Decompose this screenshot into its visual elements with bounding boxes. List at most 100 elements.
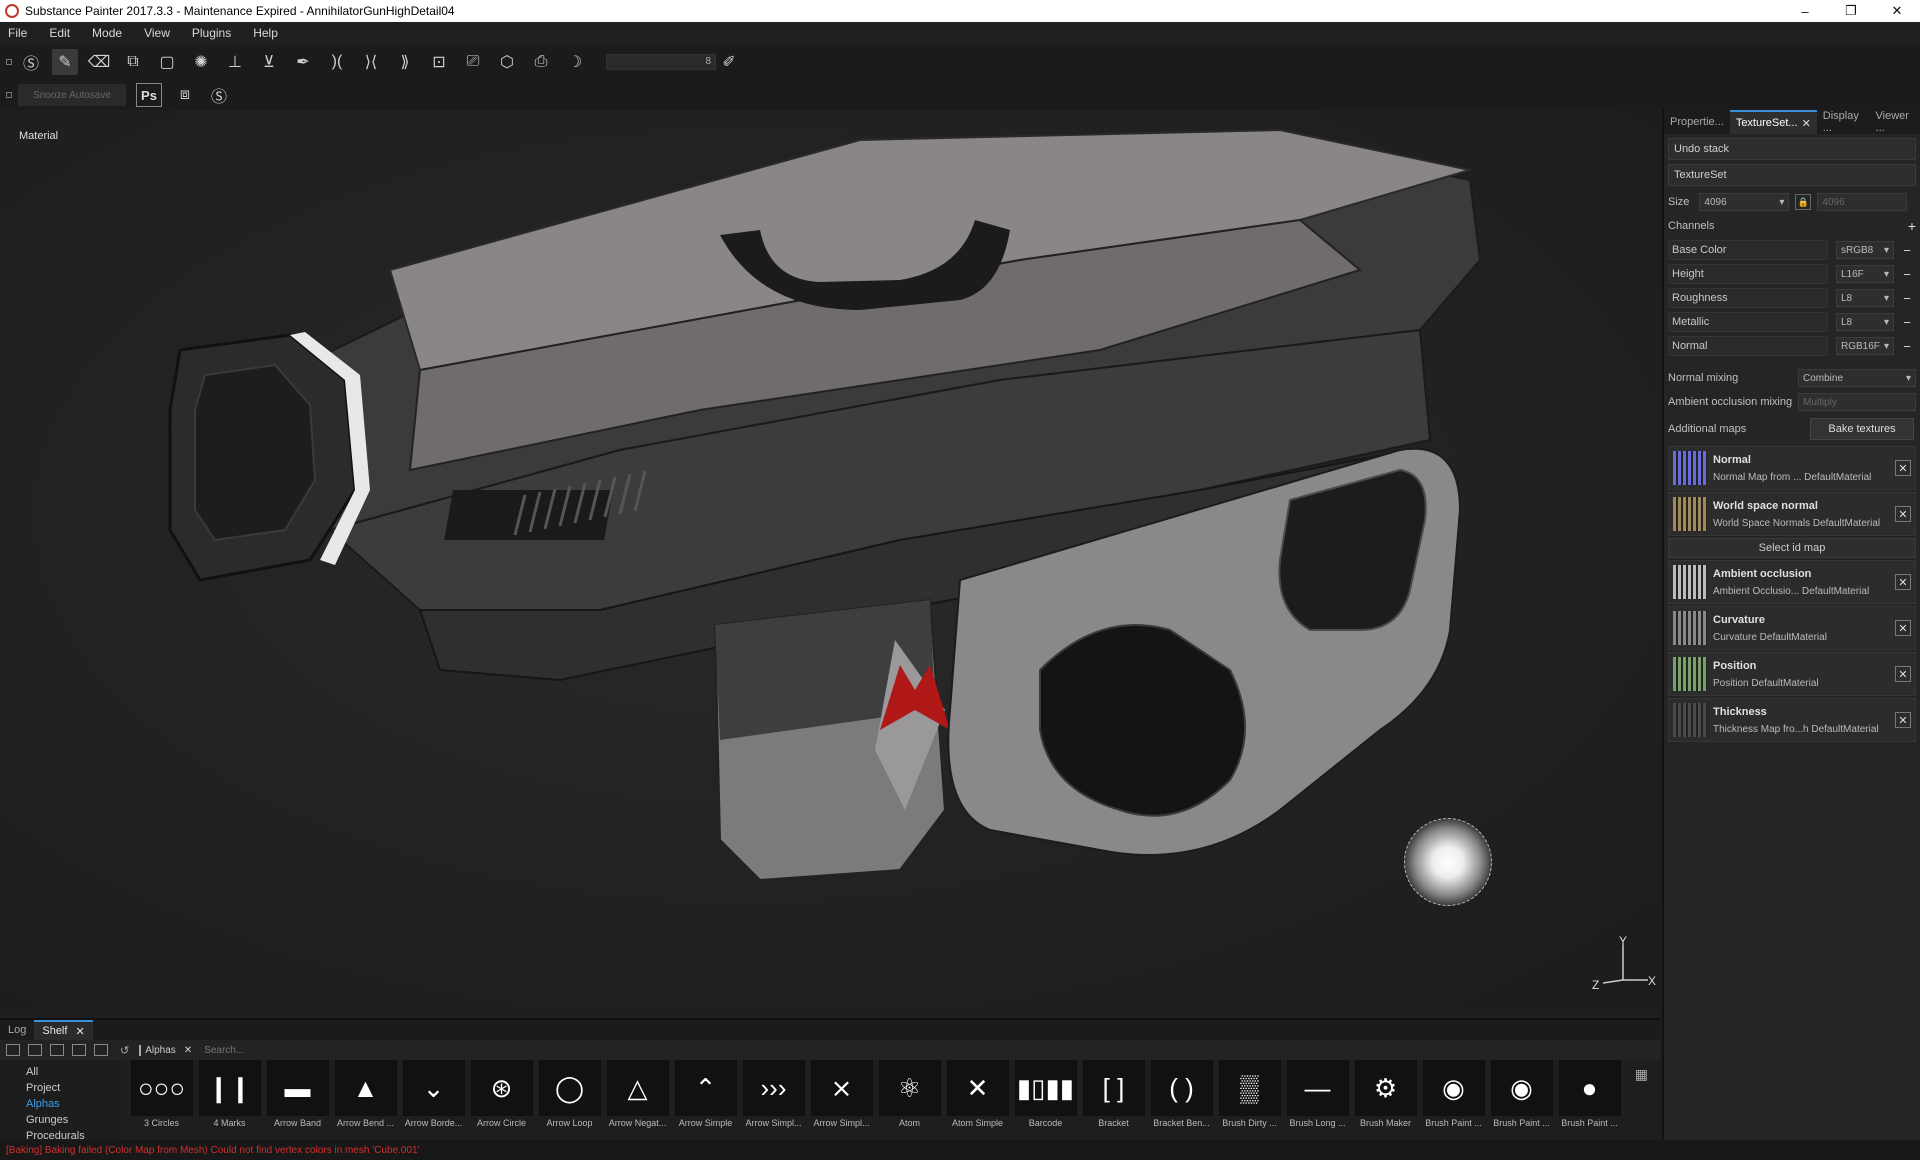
shelf-item[interactable]: ▬ Arrow Band bbox=[264, 1060, 331, 1142]
add-icon[interactable] bbox=[72, 1044, 86, 1056]
shelf-item[interactable]: ◯ Arrow Loop bbox=[536, 1060, 603, 1142]
tab-log[interactable]: Log bbox=[0, 1020, 34, 1040]
menu-help[interactable]: Help bbox=[253, 26, 278, 40]
texture-set-selector[interactable]: TextureSet bbox=[1668, 164, 1916, 186]
shelf-category-item[interactable]: Alphas bbox=[26, 1096, 120, 1112]
menu-plugins[interactable]: Plugins bbox=[192, 26, 231, 40]
color-picker-icon[interactable]: ✒ bbox=[290, 49, 316, 75]
channel-format-dropdown[interactable]: L8 ▾ bbox=[1836, 289, 1894, 307]
tab-texture-set-settings[interactable]: TextureSet... ✕ bbox=[1729, 110, 1817, 134]
remove-map-icon[interactable]: ✕ bbox=[1895, 712, 1911, 728]
import-icon[interactable] bbox=[28, 1044, 42, 1056]
shelf-category-item[interactable]: All bbox=[26, 1064, 120, 1080]
brush-size-slider[interactable]: 8 bbox=[606, 54, 716, 70]
shelf-item[interactable]: ◉ Brush Paint ... bbox=[1420, 1060, 1487, 1142]
additional-map-item[interactable]: Normal Normal Map from ... DefaultMateria… bbox=[1668, 446, 1916, 490]
shelf-item[interactable]: ○○○ 3 Circles bbox=[128, 1060, 195, 1142]
add-channel-icon[interactable]: + bbox=[1908, 218, 1916, 234]
video-camera-icon[interactable]: ⎚ bbox=[460, 49, 486, 75]
lock-icon[interactable]: 🔒 bbox=[1795, 194, 1812, 210]
tab-viewer-settings[interactable]: Viewer ... bbox=[1870, 110, 1920, 134]
minimize-button[interactable]: – bbox=[1782, 0, 1828, 22]
remove-channel-icon[interactable]: − bbox=[1900, 243, 1914, 258]
close-button[interactable]: ✕ bbox=[1874, 0, 1920, 22]
channel-format-dropdown[interactable]: RGB16F ▾ bbox=[1836, 337, 1894, 355]
eraser-icon[interactable]: ⌫ bbox=[86, 49, 112, 75]
shelf-category-item[interactable]: Project bbox=[26, 1080, 120, 1096]
shelf-item[interactable]: ❘❙❙❘ 4 Marks bbox=[196, 1060, 263, 1142]
additional-map-item[interactable]: World space normal World Space Normals De… bbox=[1668, 492, 1916, 536]
shelf-item[interactable]: — Brush Long ... bbox=[1284, 1060, 1351, 1142]
snooze-autosave-button[interactable]: Snooze Autosave bbox=[18, 84, 126, 106]
substance-logo-icon[interactable]: Ⓢ bbox=[18, 49, 44, 75]
lazy-mouse-icon[interactable]: ☽ bbox=[562, 49, 588, 75]
folder-icon[interactable] bbox=[6, 1044, 20, 1056]
channel-format-dropdown[interactable]: sRGB8 ▾ bbox=[1836, 241, 1894, 259]
shelf-item[interactable]: △ Arrow Negat... bbox=[604, 1060, 671, 1142]
polygon-fill-icon[interactable]: ▢ bbox=[154, 49, 180, 75]
tab-display-settings[interactable]: Display ... bbox=[1817, 110, 1870, 134]
channel-format-dropdown[interactable]: L8 ▾ bbox=[1836, 313, 1894, 331]
additional-map-item[interactable]: Ambient occlusion Ambient Occlusio... Def… bbox=[1668, 560, 1916, 604]
menu-file[interactable]: File bbox=[8, 26, 27, 40]
3d-viewport[interactable]: Material Y Z X bbox=[0, 110, 1660, 1010]
menu-view[interactable]: View bbox=[144, 26, 170, 40]
close-tab-icon[interactable]: ✕ bbox=[1802, 117, 1811, 130]
shelf-item[interactable]: ⨯ Arrow Simpl... bbox=[808, 1060, 875, 1142]
shelf-search-input[interactable]: Search... bbox=[204, 1045, 244, 1056]
remove-channel-icon[interactable]: − bbox=[1900, 339, 1914, 354]
shelf-item[interactable]: ⊛ Arrow Circle bbox=[468, 1060, 535, 1142]
smudge-icon[interactable]: ✺ bbox=[188, 49, 214, 75]
size-dropdown[interactable]: 4096 ▾ bbox=[1699, 193, 1790, 211]
remove-map-icon[interactable]: ✕ bbox=[1895, 506, 1911, 522]
shelf-item[interactable]: ● Brush Paint ... bbox=[1556, 1060, 1623, 1142]
undo-stack-bar[interactable]: Undo stack bbox=[1668, 138, 1916, 160]
shelf-item[interactable]: ⌄ Arrow Borde... bbox=[400, 1060, 467, 1142]
menu-mode[interactable]: Mode bbox=[92, 26, 122, 40]
camera-view-icon[interactable]: ⊡ bbox=[426, 49, 452, 75]
remove-map-icon[interactable]: ✕ bbox=[1895, 620, 1911, 636]
resources-updater-icon[interactable]: ⧈ bbox=[172, 82, 198, 108]
ao-mixing-dropdown[interactable]: Multiply bbox=[1798, 393, 1916, 411]
close-tab-icon[interactable]: ✕ bbox=[75, 1025, 84, 1038]
grid-view-icon[interactable]: ▦ bbox=[1635, 1066, 1648, 1142]
symmetry-icon[interactable]: )( bbox=[324, 49, 350, 75]
shelf-item[interactable]: ⚙ Brush Maker bbox=[1352, 1060, 1419, 1142]
environment-light-sphere[interactable] bbox=[1404, 818, 1492, 906]
shelf-category-item[interactable]: Grunges bbox=[26, 1112, 120, 1128]
remove-channel-icon[interactable]: − bbox=[1900, 291, 1914, 306]
symmetry-radial-icon[interactable]: ⟫ bbox=[392, 49, 418, 75]
pen-pressure-icon[interactable]: ✐ bbox=[716, 49, 742, 75]
shelf-item[interactable]: ››› Arrow Simpl... bbox=[740, 1060, 807, 1142]
tab-shelf[interactable]: Shelf ✕ bbox=[34, 1020, 93, 1040]
remove-map-icon[interactable]: ✕ bbox=[1895, 666, 1911, 682]
shelf-item[interactable]: ✕ Atom Simple bbox=[944, 1060, 1011, 1142]
clone-stamp-icon[interactable]: ⊥ bbox=[222, 49, 248, 75]
shelf-item[interactable]: ( ) Bracket Ben... bbox=[1148, 1060, 1215, 1142]
remove-channel-icon[interactable]: − bbox=[1900, 267, 1914, 282]
material-picker-icon[interactable]: ⊻ bbox=[256, 49, 282, 75]
additional-map-item[interactable]: Curvature Curvature DefaultMaterial ✕ bbox=[1668, 606, 1916, 650]
bake-textures-button[interactable]: Bake textures bbox=[1810, 418, 1914, 440]
cube-view-icon[interactable]: ⬡ bbox=[494, 49, 520, 75]
shelf-item[interactable]: ▒ Brush Dirty ... bbox=[1216, 1060, 1283, 1142]
shelf-item[interactable]: ⌃ Arrow Simple bbox=[672, 1060, 739, 1142]
shelf-item[interactable]: ◉ Brush Paint ... bbox=[1488, 1060, 1555, 1142]
filter-chip[interactable]: Alphas ✕ bbox=[139, 1044, 196, 1056]
remove-filter-icon[interactable]: ✕ bbox=[184, 1045, 192, 1056]
remove-map-icon[interactable]: ✕ bbox=[1895, 574, 1911, 590]
photoshop-export-button[interactable]: Ps bbox=[136, 83, 162, 107]
projection-icon[interactable]: ⧉ bbox=[120, 49, 146, 75]
symmetry-mirror-icon[interactable]: ⟩⟨ bbox=[358, 49, 384, 75]
additional-map-item[interactable]: Thickness Thickness Map fro...h DefaultMa… bbox=[1668, 698, 1916, 742]
select-id-map-button[interactable]: Select id map bbox=[1668, 538, 1916, 558]
tab-properties[interactable]: Propertie... bbox=[1664, 110, 1730, 134]
shelf-item[interactable]: ⚛ Atom bbox=[876, 1060, 943, 1142]
reset-icon[interactable]: ↺ bbox=[120, 1044, 129, 1057]
menu-edit[interactable]: Edit bbox=[49, 26, 70, 40]
remove-map-icon[interactable]: ✕ bbox=[1895, 460, 1911, 476]
remove-channel-icon[interactable]: − bbox=[1900, 315, 1914, 330]
paint-brush-icon[interactable]: ✎ bbox=[52, 49, 78, 75]
shelf-item[interactable]: ▲ Arrow Bend ... bbox=[332, 1060, 399, 1142]
shelf-item[interactable]: ▮▯▮▮ Barcode bbox=[1012, 1060, 1079, 1142]
